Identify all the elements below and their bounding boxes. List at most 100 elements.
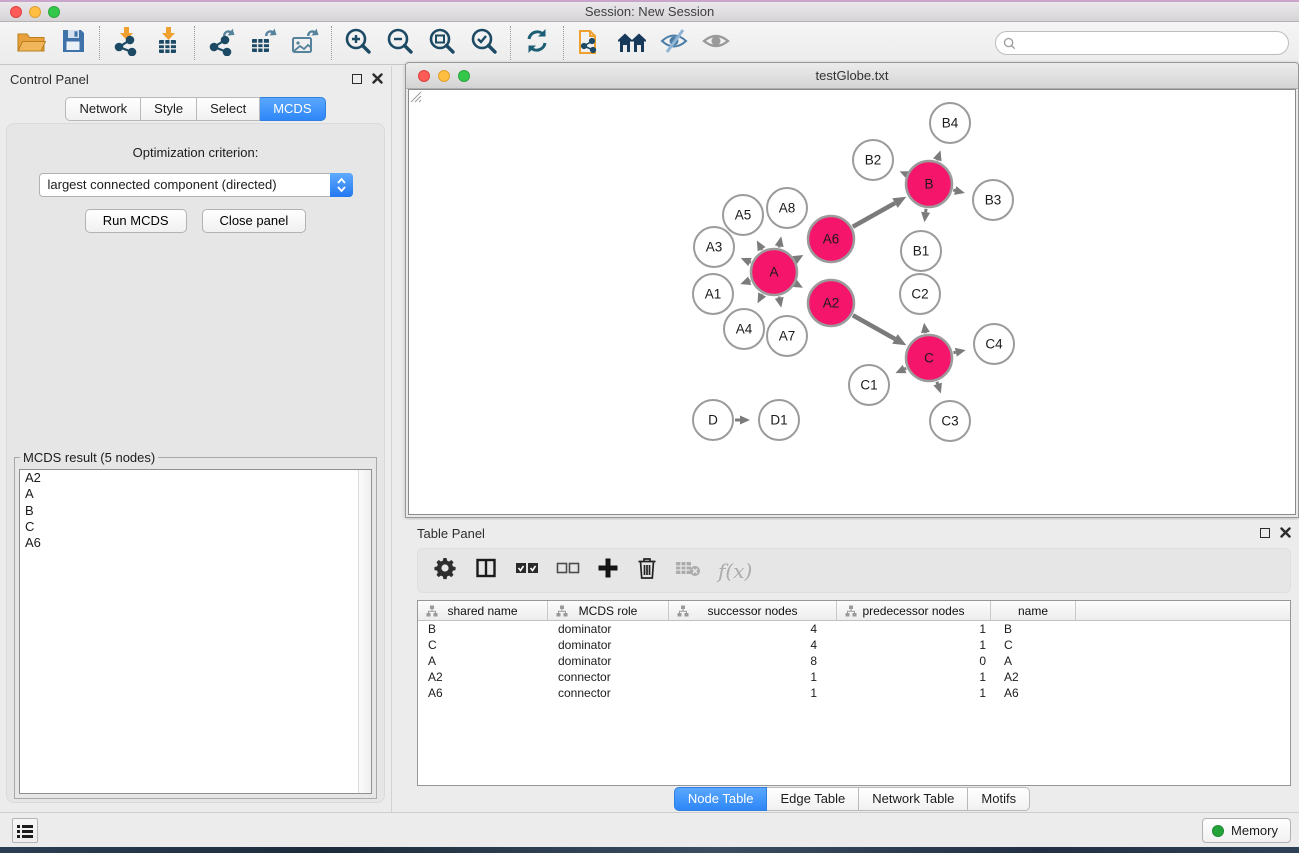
minimize-window-icon[interactable] [29, 6, 41, 18]
mcds-result-item[interactable]: C [20, 519, 371, 535]
circular-arrows-button[interactable] [516, 24, 558, 62]
mcds-result-item[interactable]: A2 [20, 470, 371, 486]
node-C[interactable]: C [906, 335, 952, 381]
column-header-shared-name[interactable]: shared name [418, 601, 548, 620]
criterion-dropdown[interactable]: largest connected component (directed) [39, 173, 353, 197]
zoom-fit-button[interactable] [421, 24, 463, 62]
table-body: Bdominator41BCdominator41CAdominator80AA… [418, 621, 1290, 701]
column-header-successor-nodes[interactable]: successor nodes [669, 601, 837, 620]
mcds-result-item[interactable]: A [20, 486, 371, 502]
add-column-icon[interactable] [597, 557, 619, 584]
column-header-predecessor-nodes[interactable]: predecessor nodes [837, 601, 991, 620]
import-network-button[interactable] [105, 24, 147, 62]
tab-network-table[interactable]: Network Table [859, 787, 968, 811]
export-table-button[interactable] [242, 24, 284, 62]
column-header-MCDS-role[interactable]: MCDS role [548, 601, 669, 620]
node-B[interactable]: B [906, 161, 952, 207]
node-D1[interactable]: D1 [759, 400, 799, 440]
function-builder-icon[interactable]: f(x) [718, 559, 752, 583]
node-A6[interactable]: A6 [808, 216, 854, 262]
node-C2[interactable]: C2 [900, 274, 940, 314]
close-window-icon[interactable] [10, 6, 22, 18]
tab-node-table[interactable]: Node Table [674, 787, 768, 811]
split-column-icon[interactable] [474, 556, 498, 585]
node-C3[interactable]: C3 [930, 401, 970, 441]
close-table-panel-icon[interactable] [1280, 527, 1291, 538]
run-mcds-button[interactable]: Run MCDS [85, 209, 187, 233]
node-B2[interactable]: B2 [853, 140, 893, 180]
select-all-rows-icon[interactable] [515, 561, 539, 580]
document-share-button[interactable] [569, 24, 611, 62]
node-A3[interactable]: A3 [694, 227, 734, 267]
mcds-result-item[interactable]: B [20, 503, 371, 519]
zoom-out-button[interactable] [379, 24, 421, 62]
delete-table-icon[interactable] [675, 559, 701, 582]
edge-C-C1[interactable] [905, 368, 907, 369]
mcds-result-item[interactable]: A6 [20, 535, 371, 551]
gear-icon[interactable] [433, 556, 457, 585]
node-D[interactable]: D [693, 400, 733, 440]
tab-select[interactable]: Select [197, 97, 260, 121]
minimize-view-icon[interactable] [438, 70, 450, 82]
tab-edge-table[interactable]: Edge Table [767, 787, 859, 811]
node-C4[interactable]: C4 [974, 324, 1014, 364]
node-B3[interactable]: B3 [973, 180, 1013, 220]
edge-C-C4[interactable] [953, 352, 955, 353]
float-panel-icon[interactable] [352, 74, 362, 84]
eye-slash-button[interactable] [653, 24, 695, 62]
tab-mcds[interactable]: MCDS [260, 97, 325, 121]
table-row[interactable]: A6connector11A6 [418, 685, 1290, 701]
node-B1[interactable]: B1 [901, 231, 941, 271]
node-A4[interactable]: A4 [724, 309, 764, 349]
zoom-in-icon [343, 26, 373, 61]
node-A2[interactable]: A2 [808, 280, 854, 326]
delete-column-icon[interactable] [636, 556, 658, 585]
import-table-icon [153, 26, 183, 61]
tab-network[interactable]: Network [65, 97, 141, 121]
close-panel-icon[interactable] [372, 73, 383, 84]
node-A1[interactable]: A1 [693, 274, 733, 314]
zoom-in-button[interactable] [337, 24, 379, 62]
memory-button[interactable]: Memory [1202, 818, 1291, 843]
houses-button[interactable] [611, 24, 653, 62]
eye-button[interactable] [695, 24, 737, 62]
mcds-result-list[interactable]: A2ABCA6 [19, 469, 372, 794]
edge-C-C3[interactable] [937, 382, 938, 384]
node-C1[interactable]: C1 [849, 365, 889, 405]
edge-A6-B[interactable] [853, 203, 895, 227]
resize-grip-icon[interactable] [409, 90, 422, 103]
import-table-button[interactable] [147, 24, 189, 62]
table-row[interactable]: Adominator80A [418, 653, 1290, 669]
search-input[interactable] [1020, 34, 1288, 52]
column-header-name[interactable]: name [991, 601, 1076, 620]
float-table-panel-icon[interactable] [1260, 528, 1270, 538]
network-window-titlebar[interactable]: testGlobe.txt [406, 63, 1298, 89]
zoom-view-icon[interactable] [458, 70, 470, 82]
search-box[interactable] [995, 31, 1289, 55]
deselect-all-rows-icon[interactable] [556, 561, 580, 580]
scrollbar-track[interactable] [358, 470, 371, 793]
zoom-selected-button[interactable] [463, 24, 505, 62]
table-cell: C [418, 638, 548, 652]
export-network-button[interactable] [200, 24, 242, 62]
table-row[interactable]: Cdominator41C [418, 637, 1290, 653]
open-session-button[interactable] [10, 24, 52, 62]
node-B4[interactable]: B4 [930, 103, 970, 143]
node-A8[interactable]: A8 [767, 188, 807, 228]
node-A5[interactable]: A5 [723, 195, 763, 235]
network-canvas[interactable]: B4 B2 B B3 A8A5 A6 A3 B1 A A1 C2 A2 A4A7 C4 C C1 D D1 C3 [408, 89, 1296, 515]
table-row[interactable]: A2connector11A2 [418, 669, 1290, 685]
task-history-button[interactable] [12, 818, 38, 843]
tab-motifs[interactable]: Motifs [968, 787, 1030, 811]
export-image-button[interactable] [284, 24, 326, 62]
tab-style[interactable]: Style [141, 97, 197, 121]
edge-A2-C[interactable] [853, 315, 895, 339]
zoom-window-icon[interactable] [48, 6, 60, 18]
close-panel-button[interactable]: Close panel [202, 209, 307, 233]
node-A[interactable]: A [751, 249, 797, 295]
node-A7[interactable]: A7 [767, 316, 807, 356]
table-row[interactable]: Bdominator41B [418, 621, 1290, 637]
export-network-icon [206, 26, 236, 61]
save-session-button[interactable] [52, 24, 94, 62]
close-view-icon[interactable] [418, 70, 430, 82]
